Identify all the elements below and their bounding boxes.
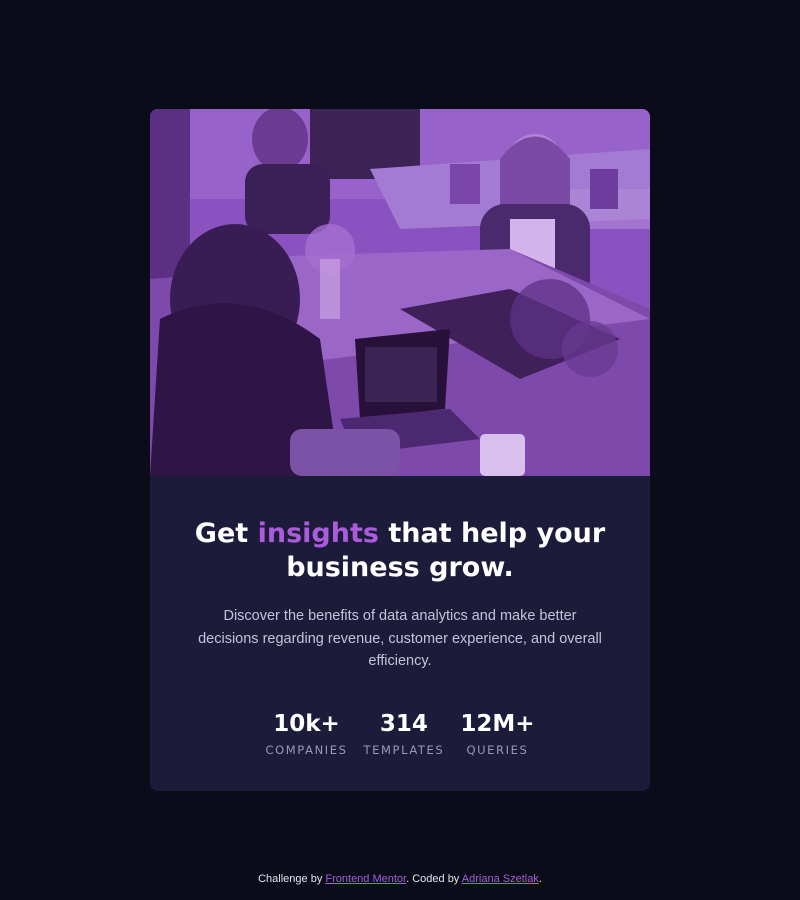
author-link[interactable]: Adriana Szetlak bbox=[462, 873, 539, 885]
attribution-footer: Challenge by Frontend Mentor. Coded by A… bbox=[0, 873, 800, 885]
stat-templates: 314 TEMPLATES bbox=[364, 709, 445, 757]
stat-companies: 10k+ COMPANIES bbox=[266, 709, 348, 757]
stats-row: 10k+ COMPANIES 314 TEMPLATES 12M+ QUERIE… bbox=[150, 709, 650, 757]
frontend-mentor-link[interactable]: Frontend Mentor bbox=[325, 873, 406, 885]
stat-value: 314 bbox=[379, 710, 428, 737]
stat-label: COMPANIES bbox=[265, 742, 348, 757]
description: Discover the benefits of data analytics … bbox=[198, 608, 602, 669]
stat-value: 12M+ bbox=[460, 710, 535, 737]
stat-queries: 12M+ QUERIES bbox=[460, 709, 534, 757]
stat-value: 10k+ bbox=[273, 710, 340, 737]
headline-accent: insights bbox=[257, 518, 379, 549]
stat-label: QUERIES bbox=[466, 742, 529, 757]
headline: Get insights that help your business gro… bbox=[190, 517, 610, 585]
stats-card: Get insights that help your business gro… bbox=[150, 109, 650, 791]
stat-label: TEMPLATES bbox=[363, 742, 445, 757]
footer-middle: . Coded by bbox=[406, 873, 460, 885]
hero-image bbox=[150, 109, 650, 476]
headline-before: Get bbox=[194, 518, 249, 549]
office-photo-icon bbox=[150, 109, 650, 476]
footer-suffix: . bbox=[538, 873, 542, 885]
footer-prefix: Challenge by bbox=[258, 873, 323, 885]
